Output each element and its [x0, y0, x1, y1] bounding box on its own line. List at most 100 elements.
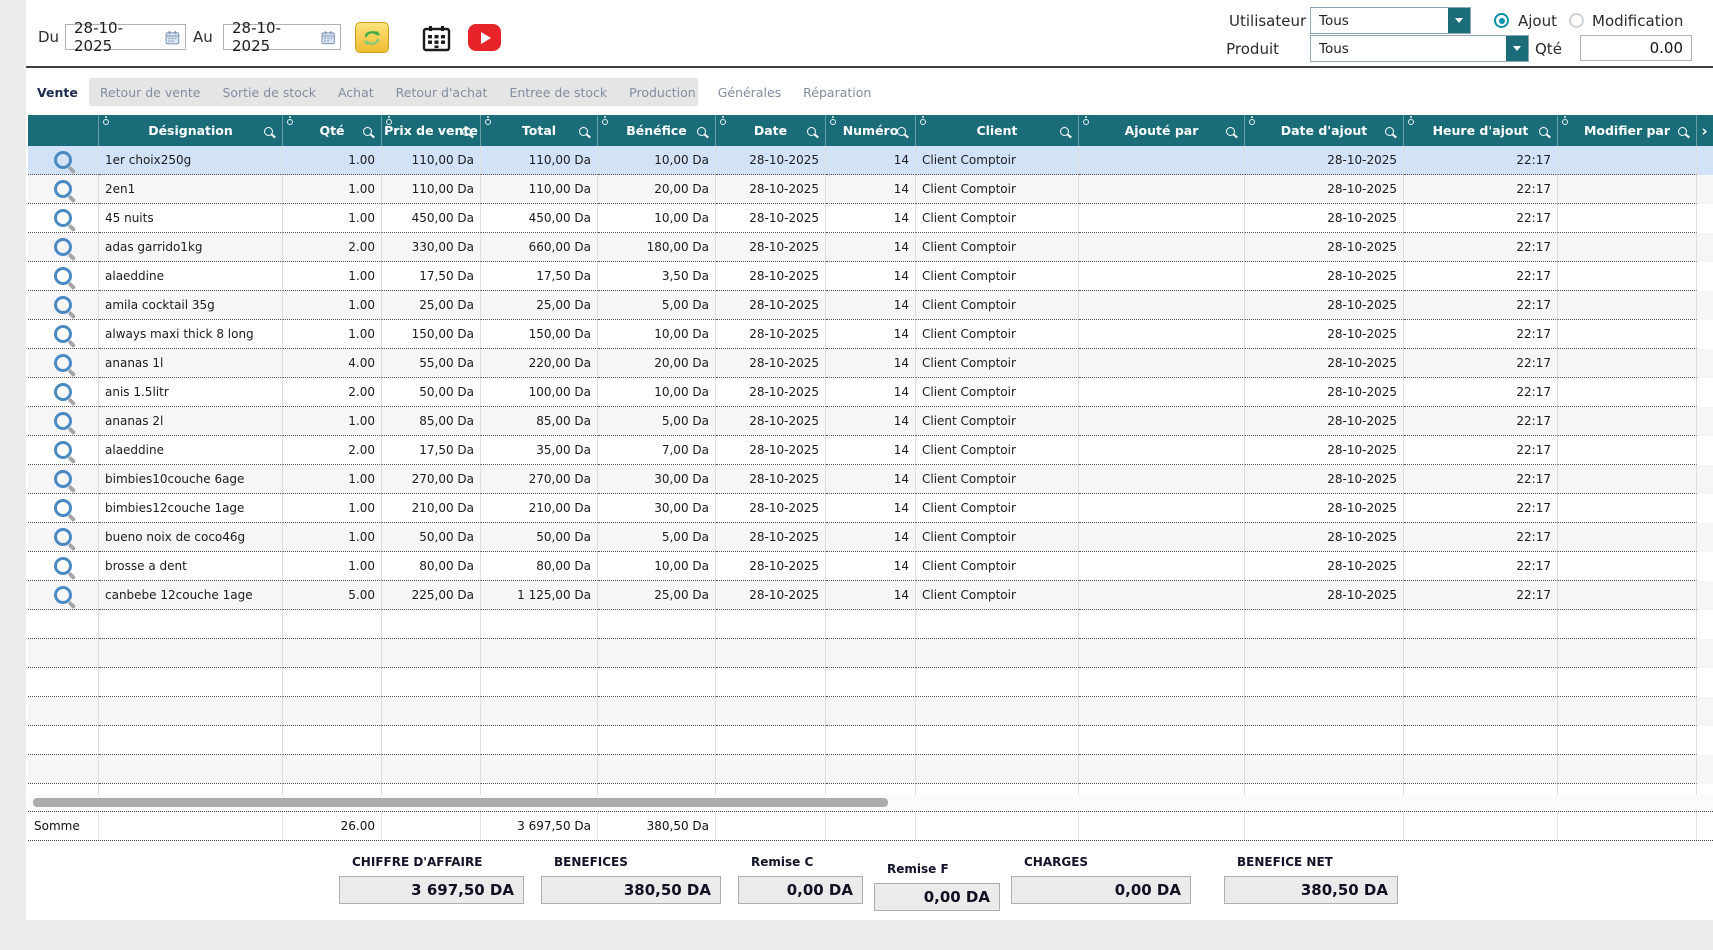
row-magnifier-icon[interactable] [54, 557, 72, 575]
refresh-button[interactable] [355, 22, 389, 53]
row-magnifier-icon[interactable] [54, 412, 72, 430]
cell-designation: canbebe 12couche 1age [99, 581, 283, 610]
column-search-icon[interactable] [579, 127, 588, 136]
empty-cell [1245, 697, 1404, 726]
row-magnifier-icon[interactable] [54, 180, 72, 198]
radio-modification-label[interactable]: Modification [1592, 8, 1683, 34]
table-row[interactable]: always maxi thick 8 long1.00150,00 Da150… [28, 320, 1713, 349]
row-magnifier-icon[interactable] [54, 296, 72, 314]
column-header-date[interactable]: Date [716, 115, 826, 146]
cell-modifier-par [1558, 291, 1697, 320]
row-magnifier-icon[interactable] [54, 586, 72, 604]
column-header-benefice[interactable]: Bénéfice [598, 115, 716, 146]
table-row[interactable]: 1er choix250g1.00110,00 Da110,00 Da10,00… [28, 146, 1713, 175]
empty-cell [1404, 784, 1558, 795]
table-row[interactable]: bimbies10couche 6age1.00270,00 Da270,00 … [28, 465, 1713, 494]
radio-ajout-label[interactable]: Ajout [1518, 8, 1557, 34]
row-magnifier-icon[interactable] [54, 528, 72, 546]
tab-entree-de-stock[interactable]: Entree de stock [498, 78, 618, 106]
row-magnifier-icon[interactable] [54, 354, 72, 372]
column-header-total[interactable]: Total [481, 115, 598, 146]
column-search-icon[interactable] [363, 127, 372, 136]
calendar-button[interactable] [420, 24, 453, 52]
tab-g-n-rales[interactable]: Générales [707, 78, 792, 106]
table-row[interactable]: bueno noix de coco46g1.0050,00 Da50,00 D… [28, 523, 1713, 552]
column-search-icon[interactable] [697, 127, 706, 136]
date-to-input[interactable]: 28-10-2025 [223, 24, 341, 50]
column-search-icon[interactable] [462, 127, 471, 136]
row-magnifier-icon[interactable] [54, 325, 72, 343]
calendar-small-icon[interactable] [165, 30, 180, 45]
cell-prix: 150,00 Da [382, 320, 481, 349]
table-row[interactable]: canbebe 12couche 1age5.00225,00 Da1 125,… [28, 581, 1713, 610]
row-magnifier-icon[interactable] [54, 238, 72, 256]
table-row[interactable]: alaeddine2.0017,50 Da35,00 Da7,00 Da28-1… [28, 436, 1713, 465]
row-magnifier-icon[interactable] [54, 151, 72, 169]
horizontal-scrollbar-thumb[interactable] [33, 798, 888, 807]
column-header-prix[interactable]: Prix de vente [382, 115, 481, 146]
column-header-client[interactable]: Client [916, 115, 1079, 146]
cell-prix: 210,00 Da [382, 494, 481, 523]
column-pin-icon [1408, 119, 1414, 125]
column-search-icon[interactable] [897, 127, 906, 136]
chevron-down-icon[interactable] [1448, 8, 1470, 33]
column-search-icon[interactable] [1060, 127, 1069, 136]
tab-achat[interactable]: Achat [327, 78, 385, 106]
column-header-designation[interactable]: Désignation [99, 115, 283, 146]
row-magnifier-icon[interactable] [54, 383, 72, 401]
table-row[interactable]: brosse a dent1.0080,00 Da80,00 Da10,00 D… [28, 552, 1713, 581]
column-search-icon[interactable] [1385, 127, 1394, 136]
table-row[interactable]: 45 nuits1.00450,00 Da450,00 Da10,00 Da28… [28, 204, 1713, 233]
table-row[interactable]: adas garrido1kg2.00330,00 Da660,00 Da180… [28, 233, 1713, 262]
table-row[interactable]: 2en11.00110,00 Da110,00 Da20,00 Da28-10-… [28, 175, 1713, 204]
column-search-icon[interactable] [1539, 127, 1548, 136]
column-search-icon[interactable] [807, 127, 816, 136]
row-magnifier-icon[interactable] [54, 470, 72, 488]
chevron-down-icon[interactable] [1506, 36, 1528, 61]
cell-date: 28-10-2025 [716, 262, 826, 291]
tab-production[interactable]: Production [618, 78, 707, 106]
horizontal-scrollbar[interactable] [28, 795, 1713, 811]
tab-retour-de-vente[interactable]: Retour de vente [89, 78, 212, 106]
row-magnifier-icon[interactable] [54, 441, 72, 459]
empty-cell [1079, 610, 1245, 639]
row-magnifier-icon[interactable] [54, 267, 72, 285]
empty-cell [1079, 639, 1245, 668]
column-header-ajoute-par[interactable]: Ajouté par [1079, 115, 1245, 146]
tab-bar: VenteRetour de venteSortie de stockAchat… [26, 78, 698, 106]
table-row[interactable]: alaeddine1.0017,50 Da17,50 Da3,50 Da28-1… [28, 262, 1713, 291]
radio-ajout[interactable] [1494, 13, 1509, 28]
table-row[interactable]: amila cocktail 35g1.0025,00 Da25,00 Da5,… [28, 291, 1713, 320]
qty-input[interactable]: 0.00 [1580, 35, 1692, 61]
scroll-columns-right-button[interactable]: › [1697, 115, 1712, 146]
calendar-small-icon[interactable] [321, 30, 335, 45]
row-magnifier-icon[interactable] [54, 209, 72, 227]
youtube-button[interactable] [468, 24, 501, 51]
table-row[interactable]: ananas 1l4.0055,00 Da220,00 Da20,00 Da28… [28, 349, 1713, 378]
user-select[interactable]: Tous [1310, 7, 1471, 34]
cell-heure-ajout: 22:17 [1404, 233, 1558, 262]
column-search-icon[interactable] [1678, 127, 1687, 136]
row-magnifier-icon[interactable] [54, 499, 72, 517]
tab-r-paration[interactable]: Réparation [792, 78, 882, 106]
column-search-icon[interactable] [264, 127, 273, 136]
column-header-heure-ajout[interactable]: Heure d'ajout [1404, 115, 1558, 146]
tab-sortie-de-stock[interactable]: Sortie de stock [211, 78, 327, 106]
tab-vente[interactable]: Vente [26, 78, 89, 106]
table-row[interactable]: ananas 2l1.0085,00 Da85,00 Da5,00 Da28-1… [28, 407, 1713, 436]
tab-retour-d-achat[interactable]: Retour d'achat [385, 78, 499, 106]
column-header-date-ajout[interactable]: Date d'ajout [1245, 115, 1404, 146]
cell-heure-ajout: 22:17 [1404, 291, 1558, 320]
date-from-input[interactable]: 28-10-2025 [65, 24, 186, 50]
column-search-icon[interactable] [1226, 127, 1235, 136]
column-header-numero[interactable]: Numéro [826, 115, 916, 146]
table-row[interactable]: bimbies12couche 1age1.00210,00 Da210,00 … [28, 494, 1713, 523]
table-row[interactable]: anis 1.5litr2.0050,00 Da100,00 Da10,00 D… [28, 378, 1713, 407]
radio-modification[interactable] [1569, 13, 1584, 28]
column-header-qte[interactable]: Qté [283, 115, 382, 146]
empty-cell [1079, 668, 1245, 697]
empty-cell [99, 697, 283, 726]
cell-qte: 1.00 [283, 552, 382, 581]
product-select[interactable]: Tous [1310, 35, 1529, 62]
column-header-modifier-par[interactable]: Modifier par [1558, 115, 1697, 146]
